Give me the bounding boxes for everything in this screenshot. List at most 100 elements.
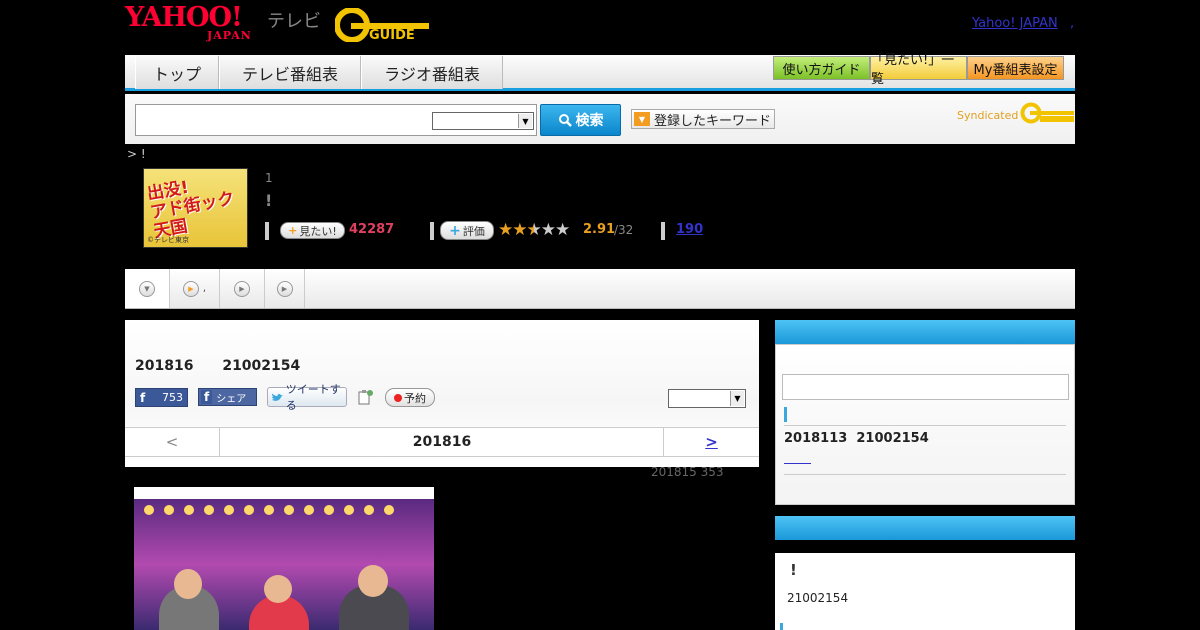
- pager-current-date: 201816: [412, 434, 472, 450]
- person-head: [358, 565, 388, 597]
- mitai-list-button[interactable]: 「見たい!」一覧: [870, 53, 967, 87]
- light-bulb: [384, 505, 394, 515]
- play-icon: ▶: [182, 280, 199, 297]
- program-thumbnail[interactable]: 出没! アド街ック天国 ©テレビ東京: [143, 168, 248, 248]
- pager-prev-button[interactable]: <: [125, 428, 220, 456]
- light-bulb: [204, 505, 214, 515]
- subtab-4[interactable]: ▶: [265, 269, 305, 308]
- divider: [430, 222, 434, 240]
- broadcast-panel: 201816 21002154 f 753 f シェア ツイートする 予約 ▼ …: [125, 320, 759, 467]
- gguide-logo-text: GUIDE: [369, 28, 415, 42]
- review-count-link[interactable]: 190: [676, 222, 703, 237]
- reserve-button-label: 予約: [404, 391, 426, 405]
- chevron-down-icon: ▼: [730, 391, 744, 406]
- divider: [265, 222, 269, 240]
- side-box-2: ! 21002154: [775, 553, 1075, 630]
- side-link[interactable]: [784, 455, 811, 464]
- breadcrumb: > !: [127, 147, 146, 161]
- rating-value: 2.91: [583, 222, 616, 237]
- program-subtabs: ▼ ▶ , ▶ ▶: [125, 269, 1075, 309]
- person-head: [174, 569, 202, 599]
- side-box-2-code: 21002154: [787, 591, 849, 605]
- side-box-2-title: !: [790, 561, 797, 579]
- broadcast-select[interactable]: ▼: [668, 389, 746, 408]
- light-bulb: [344, 505, 354, 515]
- reserve-button[interactable]: 予約: [385, 388, 435, 407]
- mitai-button[interactable]: + 見たい!: [280, 222, 345, 239]
- side-box-1: 2018113 21002154: [775, 344, 1075, 505]
- my-listing-settings-label: My番組表設定: [973, 62, 1058, 78]
- rating-total: /32: [614, 223, 634, 237]
- person-head: [264, 575, 292, 603]
- light-bulb: [324, 505, 334, 515]
- tab-radio-listings[interactable]: ラジオ番組表: [361, 56, 503, 89]
- light-bulb: [284, 505, 294, 515]
- broadcast-date-row: 201816 21002154: [135, 358, 324, 374]
- registered-keyword-label: 登録したキーワード: [654, 113, 772, 129]
- rating-stars: ★★★★★: [498, 220, 570, 240]
- tab-radio-listings-label: ラジオ番組表: [384, 64, 480, 84]
- clipboard-icon: [358, 390, 373, 405]
- twitter-bird-icon: [271, 392, 283, 401]
- facebook-like-button[interactable]: f 753: [135, 388, 188, 407]
- previous-broadcast-info: 201815 353: [651, 465, 724, 479]
- star-icon: ★: [526, 220, 542, 240]
- side-box-1-header: [775, 320, 1075, 344]
- subtab-2[interactable]: ▶ ,: [170, 269, 220, 308]
- section-marker: [780, 623, 783, 630]
- pager-next-button[interactable]: >: [663, 428, 759, 456]
- record-icon: [394, 393, 402, 402]
- plus-icon: +: [449, 222, 461, 239]
- side-box-2-header: [775, 516, 1075, 540]
- side-search-input[interactable]: [782, 374, 1069, 400]
- photo-scene: [134, 499, 434, 630]
- rate-button[interactable]: + 評価: [440, 221, 494, 240]
- star-icon: ★: [540, 220, 556, 240]
- tab-tv-listings[interactable]: テレビ番組表: [219, 56, 361, 89]
- main-navigation: トップ テレビ番組表 ラジオ番組表 使い方ガイド 「見たい!」一覧 My番組表設…: [125, 53, 1075, 91]
- subtab-1[interactable]: ▼: [125, 269, 170, 308]
- facebook-share-button[interactable]: f シェア: [198, 388, 257, 406]
- episode-number: 1: [265, 171, 273, 185]
- tv-logo-text: テレビ: [267, 11, 321, 32]
- side-broadcast-code: 21002154: [856, 431, 929, 446]
- broadcast-date: 201816: [135, 358, 194, 374]
- syndicated-gguide-logo: Syndicated: [957, 102, 1075, 124]
- my-listing-settings-button[interactable]: My番組表設定: [967, 56, 1064, 80]
- gguide-logo[interactable]: GUIDE: [335, 8, 435, 42]
- dropdown-arrow-icon: ▼: [634, 112, 650, 126]
- chevron-down-icon: ▼: [518, 114, 532, 128]
- syndicated-label: Syndicated: [957, 109, 1019, 122]
- search-button[interactable]: 検索: [540, 104, 621, 136]
- light-bulb: [144, 505, 154, 515]
- tab-top[interactable]: トップ: [135, 56, 219, 89]
- subtab-2-label: ,: [202, 283, 207, 294]
- rate-button-label: 評価: [462, 224, 485, 238]
- light-bulb: [164, 505, 174, 515]
- facebook-icon: f: [201, 390, 213, 404]
- clip-icon[interactable]: [356, 388, 374, 406]
- tweet-button-label: ツイートする: [285, 383, 341, 412]
- program-title: !: [265, 191, 273, 210]
- search-category-select[interactable]: ▼: [432, 112, 534, 130]
- chevron-down-icon: ▼: [139, 280, 155, 297]
- header-link-separator: ,: [1070, 16, 1075, 31]
- plus-icon: +: [288, 224, 298, 237]
- yahoo-japan-link[interactable]: Yahoo! JAPAN: [972, 16, 1058, 31]
- search-icon: [558, 114, 572, 127]
- date-pager: < 201816 >: [125, 427, 759, 457]
- search-bar: ▼ 検索 ▼ 登録したキーワード Syndicated: [125, 94, 1075, 144]
- yahoo-tv-logo[interactable]: YAHOO! JAPAN テレビ: [125, 4, 325, 43]
- tab-tv-listings-label: テレビ番組表: [241, 64, 338, 84]
- tweet-button[interactable]: ツイートする: [267, 383, 347, 412]
- light-bulb: [264, 505, 274, 515]
- subtab-3[interactable]: ▶: [220, 269, 265, 308]
- star-icon: ★: [498, 220, 513, 240]
- light-bulb: [364, 505, 374, 515]
- broadcast-code: 21002154: [222, 358, 301, 374]
- star-icon: ★: [555, 220, 570, 240]
- program-photo: [134, 487, 434, 630]
- guide-button[interactable]: 使い方ガイド: [773, 56, 870, 80]
- registered-keyword-button[interactable]: ▼ 登録したキーワード: [631, 109, 775, 129]
- section-marker: [784, 407, 787, 422]
